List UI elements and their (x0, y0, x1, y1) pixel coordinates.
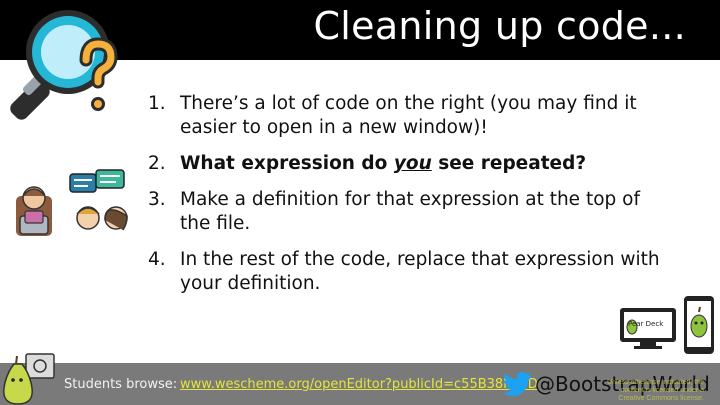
pear-mascot-icon (3, 353, 55, 405)
magnifying-glass-question-icon (10, 10, 118, 120)
people-chatting-icon (16, 169, 128, 236)
twitter-bird-icon[interactable] (502, 371, 532, 397)
step-number: 4. (148, 249, 166, 270)
list-item: 4. In the rest of the code, replace that… (148, 248, 668, 296)
step-text: There’s a lot of code on the right (you … (180, 93, 637, 138)
list-item: 3. Make a definition for that expression… (148, 188, 668, 236)
step-text: Make a definition for that expression at… (180, 189, 640, 234)
step-text: In the rest of the code, replace that ex… (180, 249, 660, 294)
license-text: Unless otherwise indicated, the content … (607, 379, 704, 402)
step-text: What expression do you see repeated? (180, 152, 668, 176)
step-text-part: see repeated? (431, 153, 587, 174)
starter-file-link[interactable]: www.wescheme.org/openEditor?publicId=c55… (180, 377, 538, 392)
step-emphasis: you (393, 153, 432, 174)
badge-label: Pear Deck (628, 320, 664, 328)
step-text-part: What expression do (180, 153, 394, 174)
instruction-list: 1. There’s a lot of code on the right (y… (148, 92, 668, 308)
step-number: 1. (148, 93, 166, 114)
slide-title: Cleaning up code... (313, 4, 686, 48)
footer-label: Students browse: (64, 377, 178, 392)
list-item: 2. What expression do you see repeated? (148, 152, 668, 176)
step-number: 2. (148, 153, 166, 174)
step-number: 3. (148, 189, 166, 210)
list-item: 1. There’s a lot of code on the right (y… (148, 92, 668, 140)
